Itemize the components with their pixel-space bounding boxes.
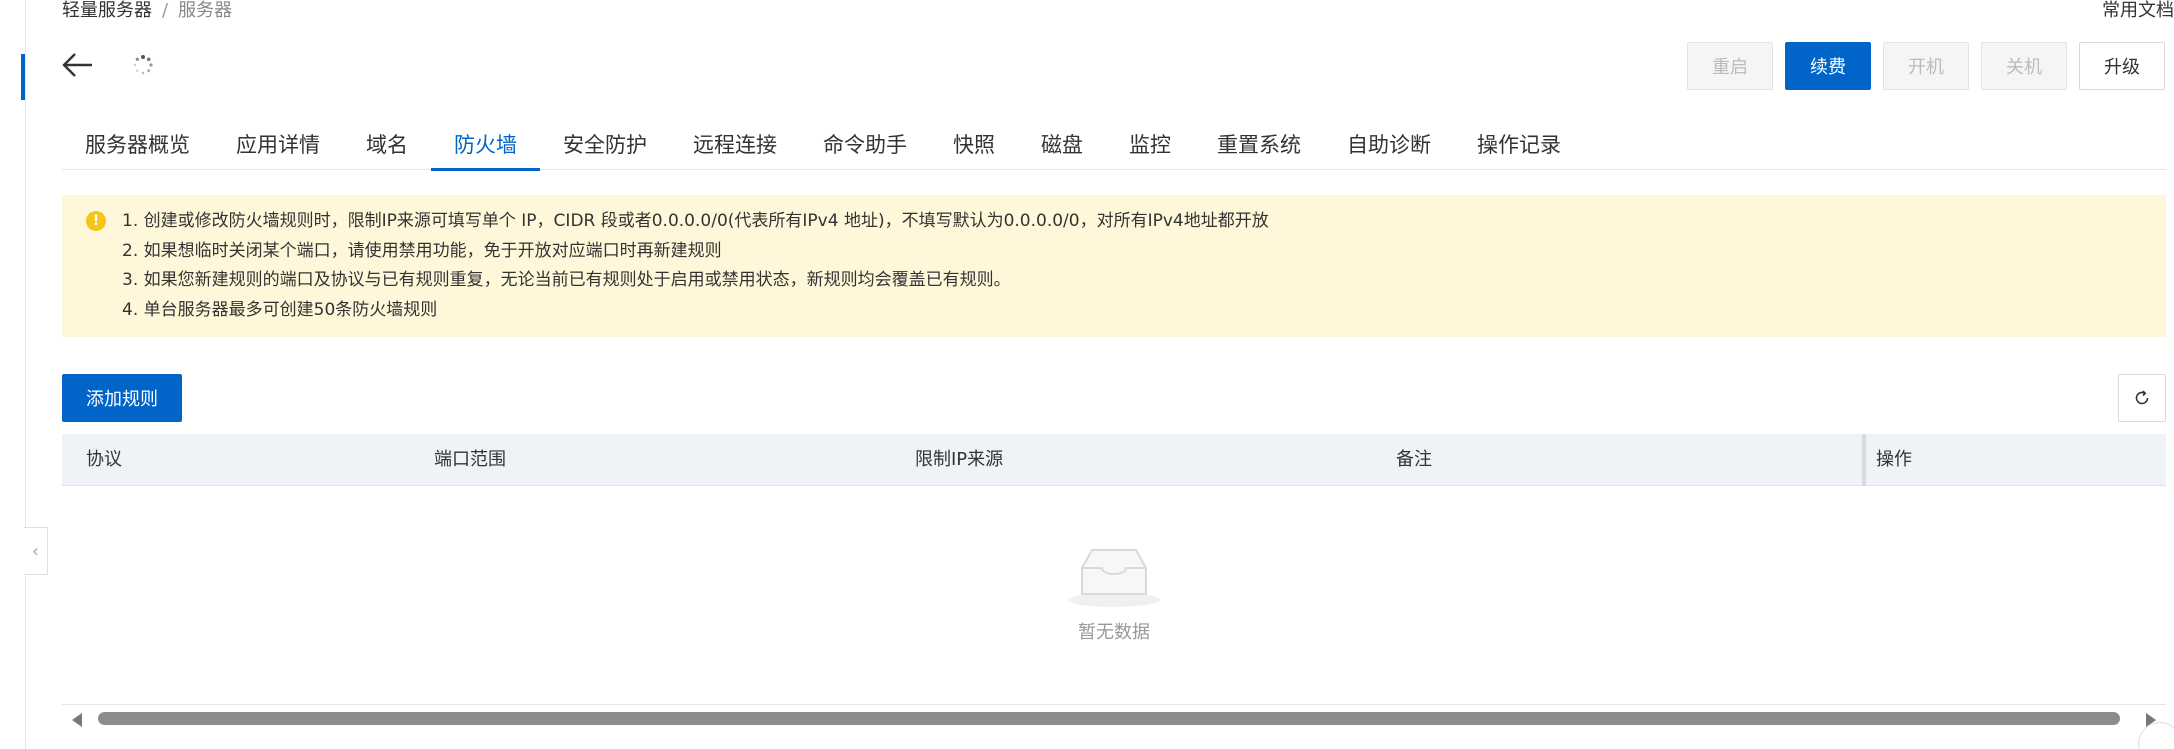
refresh-icon — [2135, 390, 2149, 405]
back-arrow-icon[interactable] — [62, 52, 94, 78]
column-header-remark: 备注 — [1396, 449, 1432, 470]
breadcrumb-current: 服务器 — [178, 0, 233, 21]
empty-inbox-icon — [1068, 549, 1160, 607]
notice-line: 3. 如果您新建规则的端口及协议与已有规则重复，无论当前已有规则处于启用或禁用状… — [122, 270, 1011, 290]
notice-line: 1. 创建或修改防火墙规则时，限制IP来源可填写单个 IP，CIDR 段或者0.… — [122, 211, 1269, 231]
chevron-left-icon: ‹ — [31, 540, 40, 562]
notice-line: 4. 单台服务器最多可创建50条防火墙规则 — [122, 299, 438, 320]
breadcrumb-parent-link[interactable]: 轻量服务器 — [62, 0, 152, 24]
breadcrumb: 轻量服务器 / 服务器 — [62, 0, 232, 24]
scrollbar-thumb[interactable] — [98, 712, 2120, 725]
firewall-rules-table: 协议 端口范围 限制IP来源 备注 操作 暂无数据 — [62, 434, 2166, 706]
server-tabs: 服务器概览 应用详情 域名 防火墙 安全防护 远程连接 命令助手 快照 磁盘 监… — [62, 120, 2166, 171]
tab-snapshot[interactable]: 快照 — [930, 120, 1018, 170]
sidebar-collapse-button[interactable]: ‹ — [24, 527, 48, 575]
power-off-button[interactable]: 关机 — [1981, 42, 2067, 90]
tab-app-details[interactable]: 应用详情 — [213, 120, 343, 170]
tab-domain[interactable]: 域名 — [343, 120, 431, 170]
tab-reset-system[interactable]: 重置系统 — [1194, 120, 1324, 170]
column-header-ip-source: 限制IP来源 — [915, 449, 1004, 470]
left-nav-rail — [0, 0, 26, 749]
column-header-port-range: 端口范围 — [434, 449, 506, 470]
tab-disk[interactable]: 磁盘 — [1018, 120, 1106, 170]
firewall-notice: ! 1. 创建或修改防火墙规则时，限制IP来源可填写单个 IP，CIDR 段或者… — [62, 195, 2166, 337]
notice-line: 2. 如果想临时关闭某个端口，请使用禁用功能，免于开放对应端口时再新建规则 — [122, 240, 722, 261]
warning-icon: ! — [86, 211, 106, 231]
power-on-button[interactable]: 开机 — [1883, 42, 1969, 90]
tab-command-assistant[interactable]: 命令助手 — [800, 120, 930, 170]
server-action-bar: 重启 续费 开机 关机 升级 — [1687, 42, 2165, 90]
restart-button[interactable]: 重启 — [1687, 42, 1773, 90]
empty-text: 暂无数据 — [1078, 622, 1150, 643]
tab-self-diagnosis[interactable]: 自助诊断 — [1324, 120, 1454, 170]
nav-active-indicator — [21, 54, 25, 100]
tab-firewall[interactable]: 防火墙 — [431, 120, 540, 171]
table-header: 协议 端口范围 限制IP来源 备注 操作 — [62, 434, 2166, 486]
tab-operation-log[interactable]: 操作记录 — [1454, 120, 1584, 170]
renew-button[interactable]: 续费 — [1785, 42, 1871, 90]
add-rule-button[interactable]: 添加规则 — [62, 374, 182, 422]
tab-security[interactable]: 安全防护 — [540, 120, 670, 170]
tab-monitoring[interactable]: 监控 — [1106, 120, 1194, 170]
horizontal-scrollbar[interactable] — [62, 704, 2166, 730]
firewall-page: ‹ 轻量服务器 / 服务器 常用文档 重启 续费 开机 关机 升级 服务器概览 … — [0, 0, 2174, 749]
refresh-button[interactable] — [2118, 374, 2166, 422]
column-header-actions: 操作 — [1862, 434, 1912, 486]
column-header-protocol: 协议 — [86, 449, 122, 470]
tab-remote-connect[interactable]: 远程连接 — [670, 120, 800, 170]
scroll-left-icon[interactable] — [72, 713, 82, 727]
docs-link[interactable]: 常用文档 — [2102, 0, 2174, 24]
upgrade-button[interactable]: 升级 — [2079, 42, 2165, 90]
tab-server-overview[interactable]: 服务器概览 — [62, 120, 213, 170]
empty-state: 暂无数据 — [62, 544, 2166, 644]
loading-spinner-icon — [133, 55, 153, 75]
breadcrumb-separator: / — [162, 0, 169, 21]
